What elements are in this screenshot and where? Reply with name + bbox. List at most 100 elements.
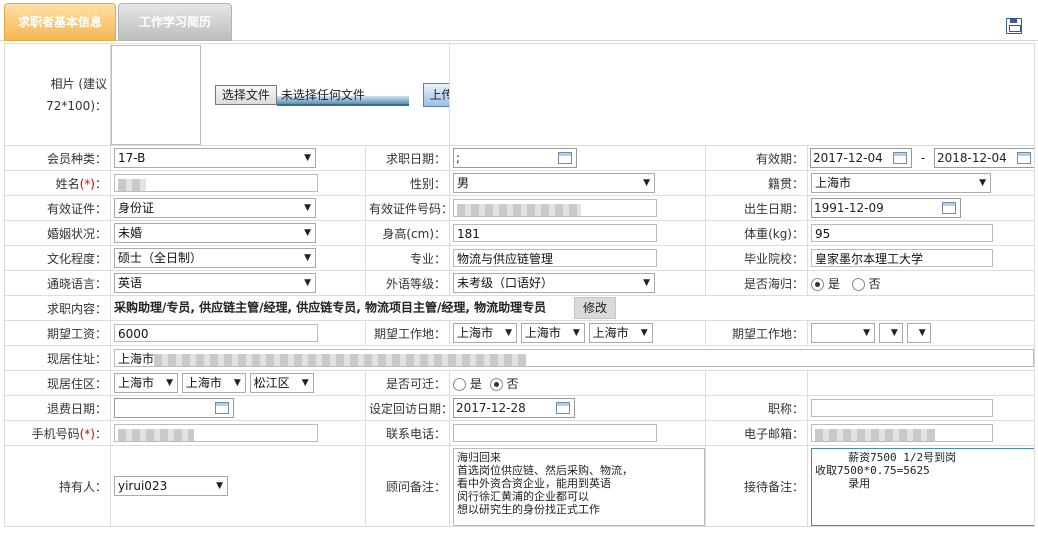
relocate-no-radio[interactable] xyxy=(489,377,503,391)
work-place2-city[interactable]: ▼ xyxy=(878,323,903,343)
birth-date-value: 1991-12-09 xyxy=(814,201,884,215)
member-type-select[interactable]: 17-B ▼ xyxy=(114,148,316,168)
chevron-down-icon: ▼ xyxy=(304,278,311,288)
chevron-down-icon: ▼ xyxy=(863,328,870,338)
job-content-label: 求职内容： xyxy=(4,295,111,321)
address-input[interactable]: 上海市 xyxy=(114,349,1034,367)
mobile-label-text: 手机号码 xyxy=(31,426,80,441)
redacted-text xyxy=(457,203,581,216)
revisit-date-input[interactable]: 2017-12-28 xyxy=(453,398,575,418)
calendar-icon[interactable] xyxy=(893,152,907,164)
member-type-value: 17-B xyxy=(118,151,146,165)
mobile-label: 手机号码(*)： xyxy=(4,420,111,446)
choose-file-button[interactable]: 选择文件 xyxy=(214,84,277,105)
phone-input[interactable] xyxy=(453,424,657,442)
name-label: 姓名(*)： xyxy=(4,170,111,196)
photo-empty-cell xyxy=(448,43,1036,146)
work-place2-province[interactable]: ▼ xyxy=(811,323,875,343)
holder-value: yirui023 xyxy=(118,479,168,493)
marital-select[interactable]: 未婚 ▼ xyxy=(114,223,316,243)
id-type-select[interactable]: 身份证 ▼ xyxy=(114,198,316,218)
apply-date-input[interactable]: ; xyxy=(453,148,577,168)
chevron-down-icon: ▼ xyxy=(505,328,512,338)
school-input[interactable]: 皇家墨尔本理工大学 xyxy=(811,249,993,267)
modify-button[interactable]: 修改 xyxy=(573,297,616,319)
valid-from-input[interactable]: 2017-12-04 xyxy=(810,148,912,168)
height-input[interactable]: 181 xyxy=(453,224,657,242)
email-label: 电子邮箱： xyxy=(705,420,808,446)
calendar-icon[interactable] xyxy=(215,402,229,414)
reception-note-textarea[interactable]: 薪资7500 1/2号到岗 收取7500*0.75=5625 录用 xyxy=(811,448,1034,526)
school-label: 毕业院校： xyxy=(705,245,808,271)
valid-to-input[interactable]: 2018-12-04 xyxy=(934,148,1034,168)
tab-resume[interactable]: 工作学习简历 xyxy=(118,3,232,41)
calendar-icon[interactable] xyxy=(1017,152,1031,164)
native-place-select[interactable]: 上海市 ▼ xyxy=(811,173,991,193)
weight-label: 体重(kg)： xyxy=(705,220,808,246)
refund-date-label: 退费日期： xyxy=(4,395,111,421)
chevron-down-icon: ▼ xyxy=(304,203,311,213)
calendar-icon[interactable] xyxy=(558,152,572,164)
required-mark: (*) xyxy=(79,176,95,191)
chevron-down-icon: ▼ xyxy=(572,328,580,338)
mobile-input[interactable] xyxy=(114,424,318,442)
chevron-down-icon: ▼ xyxy=(304,253,311,263)
title-label: 职称： xyxy=(705,395,808,421)
language-select[interactable]: 英语 ▼ xyxy=(114,273,316,293)
name-input[interactable] xyxy=(114,174,318,192)
work-place1-district[interactable]: 上海市 ▼ xyxy=(588,323,653,343)
upload-button[interactable]: 上传 xyxy=(422,82,449,107)
empty-cell xyxy=(806,370,1036,396)
chevron-down-icon: ▼ xyxy=(304,228,311,238)
overseas-no-radio[interactable] xyxy=(851,277,865,291)
email-input[interactable] xyxy=(811,424,993,442)
gender-select[interactable]: 男 ▼ xyxy=(453,173,655,193)
foreign-level-label: 外语等级： xyxy=(365,270,450,296)
chevron-down-icon: ▼ xyxy=(233,378,241,388)
work-place2-label: 期望工作地： xyxy=(705,320,808,346)
save-icon[interactable] xyxy=(1006,18,1022,34)
overseas-no-label: 否 xyxy=(868,276,881,291)
advisor-note-label: 顾问备注： xyxy=(365,445,450,527)
redacted-text xyxy=(815,428,935,441)
gender-value: 男 xyxy=(457,176,470,190)
chevron-down-icon: ▼ xyxy=(301,378,309,388)
weight-input[interactable]: 95 xyxy=(811,224,993,242)
birth-date-input[interactable]: 1991-12-09 xyxy=(811,198,961,218)
calendar-icon[interactable] xyxy=(556,402,570,414)
work-place1-city[interactable]: 上海市 ▼ xyxy=(520,323,585,343)
id-number-input[interactable] xyxy=(453,199,657,217)
photo-label: 相片 (建议 72*100)： xyxy=(4,43,111,146)
title-input[interactable] xyxy=(811,399,993,417)
chevron-down-icon: ▼ xyxy=(979,178,986,188)
calendar-icon[interactable] xyxy=(942,202,956,214)
language-label: 通晓语言： xyxy=(4,270,111,296)
chevron-down-icon: ▼ xyxy=(890,328,898,338)
overseas-yes-radio[interactable] xyxy=(811,277,824,291)
salary-label: 期望工资： xyxy=(4,320,111,346)
tab-basic-info[interactable]: 求职者基本信息 xyxy=(4,3,116,41)
photo-cell: 选择文件未选择任何文件 上传 xyxy=(110,43,450,146)
id-type-label: 有效证件： xyxy=(4,195,111,221)
education-label: 文化程度： xyxy=(4,245,111,271)
tab-bar: 求职者基本信息 工作学习简历 xyxy=(0,0,1038,41)
work-place2-district[interactable]: ▼ xyxy=(906,323,931,343)
chevron-down-icon: ▼ xyxy=(643,278,650,288)
holder-select[interactable]: yirui023 ▼ xyxy=(114,476,228,496)
district-district[interactable]: 松江区 ▼ xyxy=(249,373,314,393)
district-city[interactable]: 上海市 ▼ xyxy=(181,373,246,393)
advisor-note-textarea[interactable]: 海归回来 首选岗位供应链、然后采购、物流， 看中外资合资企业，能用到英语 闵行徐… xyxy=(453,448,705,526)
education-select[interactable]: 硕士（全日制） ▼ xyxy=(114,248,316,268)
salary-input[interactable]: 6000 xyxy=(114,324,318,342)
valid-period-separator: - xyxy=(920,150,926,165)
district-city-value: 上海市 xyxy=(185,376,222,390)
work-place1-province[interactable]: 上海市 ▼ xyxy=(453,323,517,343)
redacted-text xyxy=(118,178,146,191)
relocate-yes-radio[interactable] xyxy=(453,377,466,391)
major-input[interactable]: 物流与供应链管理 xyxy=(453,249,657,267)
district-province[interactable]: 上海市 ▼ xyxy=(114,373,178,393)
foreign-level-select[interactable]: 未考级（口语好） ▼ xyxy=(453,273,655,293)
chevron-down-icon: ▼ xyxy=(166,378,173,388)
refund-date-input[interactable] xyxy=(114,398,234,418)
job-content-value: 采购助理/专员, 供应链主管/经理, 供应链专员, 物流项目主管/经理, 物流助… xyxy=(114,300,547,315)
